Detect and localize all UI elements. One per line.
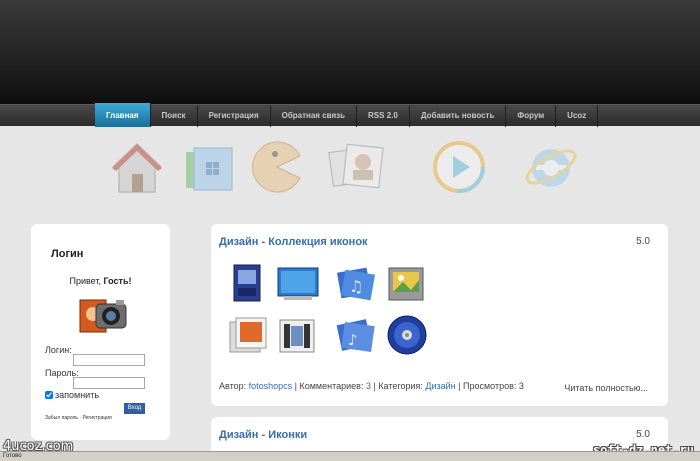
browser-status-bar: Готово — [0, 451, 700, 461]
nav-item-feedback[interactable]: Обратная связь — [271, 105, 358, 127]
music-folder-icon: ♫ — [336, 267, 376, 301]
nav-item-rss[interactable]: RSS 2.0 — [357, 105, 410, 127]
status-text: Готово — [3, 453, 22, 459]
post-meta: Автор: fotoshopcs | Комментариев: 3 | Ка… — [219, 381, 524, 391]
svg-text:♫: ♫ — [349, 277, 363, 296]
post-category-link[interactable]: Дизайн — [425, 381, 455, 391]
greeting-text: Привет, Гость! — [31, 276, 170, 286]
avatar — [79, 299, 127, 333]
meta-comments-label: Комментариев: — [299, 381, 366, 391]
site-header — [0, 0, 700, 104]
remember-checkbox[interactable] — [45, 391, 53, 399]
remember-me[interactable]: запомнить — [45, 390, 99, 400]
read-more-link[interactable]: Читать полностью... — [564, 383, 648, 393]
blue-box-icon — [233, 264, 261, 302]
login-panel-title: Логин — [51, 248, 84, 260]
post-views-count: 3 — [518, 381, 524, 391]
password-input[interactable] — [73, 377, 145, 389]
disc-icon — [387, 315, 427, 355]
pacman-icon — [252, 141, 301, 193]
login-label: Логин: — [45, 345, 72, 355]
post-rating: 5.0 — [636, 236, 650, 247]
post-author-link[interactable]: fotoshopcs — [249, 381, 293, 391]
remember-label: запомнить — [55, 390, 100, 400]
post-rating: 5.0 — [636, 429, 650, 440]
meta-views-label: Просмотров: — [463, 381, 519, 391]
picture-folder-icon — [388, 267, 424, 301]
nav-item-home[interactable]: Главная — [95, 103, 151, 127]
nav-item-forum[interactable]: Форум — [506, 105, 557, 127]
register-link[interactable]: Регистрация — [82, 415, 111, 421]
photos-icon — [328, 143, 384, 189]
nav-item-add-news[interactable]: Добавить новость — [410, 105, 507, 127]
windows-icon — [186, 147, 233, 191]
account-links: Забыл пароль · Регистрация — [45, 415, 112, 421]
greeting-name: Гость! — [103, 276, 132, 286]
post-title[interactable]: Дизайн - Иконки — [219, 429, 307, 441]
decorative-icons-row — [0, 132, 700, 202]
video-folder-icon — [279, 319, 315, 353]
main-navigation: Главная Поиск Регистрация Обратная связь… — [0, 103, 700, 127]
nav-item-search[interactable]: Поиск — [151, 105, 198, 127]
post-card: Дизайн - Коллекция иконок 5.0 ♫ ♪ Автор:… — [211, 224, 668, 406]
media-play-icon — [433, 141, 485, 193]
meta-separator: | — [455, 381, 463, 391]
meta-separator: | — [292, 381, 300, 391]
stacked-folder-icon: ♪ — [336, 319, 375, 352]
login-panel: Логин Привет, Гость! Логин: Пароль: запо… — [31, 224, 170, 440]
post-title[interactable]: Дизайн - Коллекция иконок — [219, 236, 368, 248]
greeting-prefix: Привет, — [69, 276, 104, 286]
meta-author-label: Автор: — [219, 381, 249, 391]
svg-text:♪: ♪ — [348, 331, 358, 349]
internet-explorer-icon — [525, 149, 577, 187]
meta-category-label: Категория: — [378, 381, 426, 391]
login-input[interactable] — [73, 354, 145, 366]
login-button[interactable]: Вход — [124, 403, 145, 414]
home-icon — [112, 142, 162, 193]
forgot-password-link[interactable]: Забыл пароль — [45, 415, 78, 421]
nav-item-registration[interactable]: Регистрация — [198, 105, 271, 127]
photo-album-icon — [229, 317, 267, 353]
nav-item-ucoz[interactable]: Ucoz — [556, 105, 599, 127]
desktop-icon — [277, 267, 319, 300]
